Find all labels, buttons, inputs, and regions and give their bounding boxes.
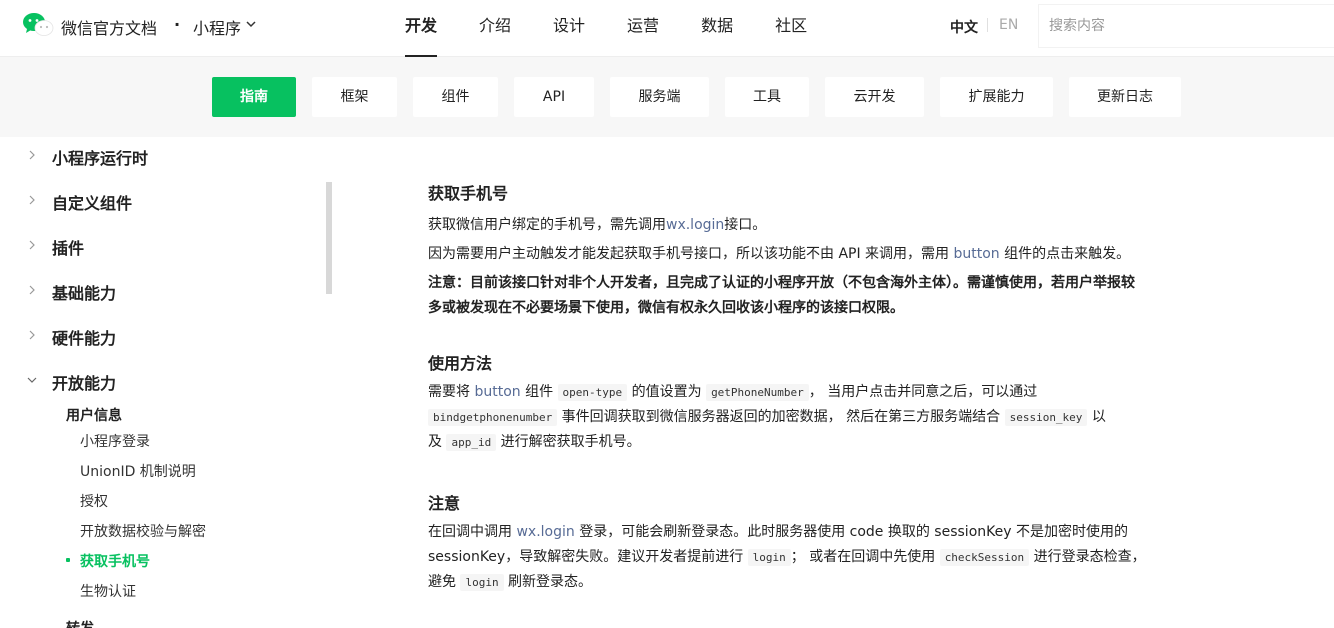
code-login: login — [747, 549, 791, 566]
sidebar-scrollbar[interactable] — [326, 182, 332, 294]
sidebar-item-hardware[interactable]: 硬件能力 — [0, 321, 326, 351]
text: 组件 — [520, 384, 558, 400]
top-header: 微信官方文档 · 小程序 开发 介绍 设计 运营 数据 社区 中文 EN — [0, 0, 1334, 57]
tab-server[interactable]: 服务端 — [610, 77, 709, 117]
brand-separator: · — [174, 15, 181, 34]
chevron-down-icon — [27, 377, 37, 383]
sidebar-item-basic[interactable]: 基础能力 — [0, 276, 326, 306]
tab-framework[interactable]: 框架 — [312, 77, 397, 117]
code-open-type: open-type — [557, 384, 628, 401]
wx-login-link[interactable]: wx.login — [666, 217, 724, 233]
product-selector[interactable]: 小程序 — [193, 15, 241, 39]
tab-tools[interactable]: 工具 — [725, 77, 809, 117]
page-title: 获取手机号 — [428, 184, 509, 203]
text: 的值设置为 — [627, 384, 707, 400]
sidebar-item-label: 开放能力 — [52, 374, 117, 393]
section-title-note: 注意 — [428, 494, 461, 513]
sidebar-group-forward[interactable]: 转发 — [66, 618, 94, 628]
tab-changelog[interactable]: 更新日志 — [1069, 77, 1181, 117]
nav-community[interactable]: 社区 — [775, 0, 807, 57]
paragraph-warning: 注意：目前该接口针对非个人开发者，且完成了认证的小程序开放（不包含海外主体）。需… — [428, 275, 1135, 316]
button-link[interactable]: button — [954, 246, 1000, 262]
text: 刷新登录态。 — [503, 574, 593, 590]
text: ， 当用户点击并同意之后，可以通过 — [808, 384, 1038, 400]
sidebar-leaf-phone-number[interactable]: 获取手机号 — [80, 551, 150, 571]
sidebar-item-plugin[interactable]: 插件 — [0, 231, 326, 261]
nav-data[interactable]: 数据 — [701, 0, 733, 57]
tab-components[interactable]: 组件 — [413, 77, 498, 117]
lang-divider — [987, 18, 988, 32]
text: 获取微信用户绑定的手机号，需先调用 — [428, 217, 666, 233]
code-bindgetphonenumber: bindgetphonenumber — [428, 409, 558, 426]
search-input[interactable] — [1038, 4, 1334, 48]
chevron-right-icon — [29, 285, 35, 295]
code-session-key: session_key — [1004, 409, 1088, 426]
sidebar-item-label: 基础能力 — [52, 284, 117, 303]
text: 因为需要用户主动触发才能发起获取手机号接口，所以该功能不由 API 来调用，需用 — [428, 246, 954, 262]
chevron-right-icon — [29, 240, 35, 250]
text: 事件回调获取到微信服务器返回的加密数据， 然后在第三方服务端结合 — [557, 409, 1005, 425]
chevron-down-icon[interactable] — [245, 18, 257, 30]
sidebar-leaf-unionid[interactable]: UnionID 机制说明 — [80, 461, 196, 481]
text: 需要将 — [428, 384, 475, 400]
section-title-usage: 使用方法 — [428, 354, 493, 373]
nav-intro[interactable]: 介绍 — [479, 0, 511, 57]
sidebar-item-label: 硬件能力 — [52, 329, 117, 348]
paragraph-intro: 获取微信用户绑定的手机号，需先调用wx.login接口。 — [428, 213, 1158, 238]
lang-english[interactable]: EN — [999, 17, 1018, 33]
sidebar-item-open[interactable]: 开放能力 — [0, 366, 326, 396]
sidebar-leaf-authorize[interactable]: 授权 — [80, 491, 108, 511]
active-bullet-icon — [66, 558, 70, 562]
sidebar: 小程序运行时 自定义组件 插件 基础能力 硬件能力 开放能力 用户信息 小程序登… — [0, 137, 326, 628]
wechat-logo-icon[interactable] — [22, 12, 54, 38]
wx-login-link[interactable]: wx.login — [516, 524, 574, 540]
nav-design[interactable]: 设计 — [553, 0, 585, 57]
sidebar-leaf-biometric[interactable]: 生物认证 — [80, 581, 136, 601]
sub-nav-bar: 指南 框架 组件 API 服务端 工具 云开发 扩展能力 更新日志 — [0, 57, 1334, 137]
main-nav: 开发 介绍 设计 运营 数据 社区 — [405, 0, 849, 57]
text: ； 或者在回调中先使用 — [790, 549, 940, 565]
button-link[interactable]: button — [474, 384, 520, 400]
paragraph-note: 在回调中调用 wx.login 登录，可能会刷新登录态。此时服务器使用 code… — [428, 520, 1150, 595]
code-check-session: checkSession — [939, 549, 1030, 566]
text: 接口。 — [724, 217, 767, 233]
lang-chinese[interactable]: 中文 — [950, 17, 978, 37]
code-login: login — [460, 574, 504, 591]
chevron-right-icon — [29, 330, 35, 340]
sidebar-item-label: 小程序运行时 — [52, 149, 149, 168]
sidebar-item-custom-component[interactable]: 自定义组件 — [0, 186, 326, 216]
chevron-right-icon — [29, 195, 35, 205]
chevron-right-icon — [29, 150, 35, 160]
code-app-id: app_id — [446, 434, 497, 451]
tab-extensions[interactable]: 扩展能力 — [940, 77, 1053, 117]
text: 在回调中调用 — [428, 524, 517, 540]
sidebar-leaf-decrypt[interactable]: 开放数据校验与解密 — [80, 521, 206, 541]
tab-guide[interactable]: 指南 — [212, 77, 296, 117]
code-get-phone-number: getPhoneNumber — [706, 384, 809, 401]
tab-cloud[interactable]: 云开发 — [825, 77, 924, 117]
text: 组件的点击来触发。 — [999, 246, 1131, 262]
sidebar-item-label: 插件 — [52, 239, 85, 258]
tab-api[interactable]: API — [514, 77, 594, 117]
brand-title[interactable]: 微信官方文档 — [61, 15, 157, 39]
paragraph-usage: 需要将 button 组件 open-type 的值设置为 getPhoneNu… — [428, 380, 1118, 455]
sidebar-item-runtime[interactable]: 小程序运行时 — [0, 141, 326, 171]
sidebar-item-label: 自定义组件 — [52, 194, 133, 213]
nav-develop[interactable]: 开发 — [405, 0, 438, 57]
nav-operation[interactable]: 运营 — [627, 0, 659, 57]
paragraph-trigger: 因为需要用户主动触发才能发起获取手机号接口，所以该功能不由 API 来调用，需用… — [428, 242, 1158, 267]
sidebar-leaf-login[interactable]: 小程序登录 — [80, 431, 150, 451]
sidebar-group-user-info[interactable]: 用户信息 — [66, 405, 122, 425]
text: 进行解密获取手机号。 — [496, 434, 641, 450]
